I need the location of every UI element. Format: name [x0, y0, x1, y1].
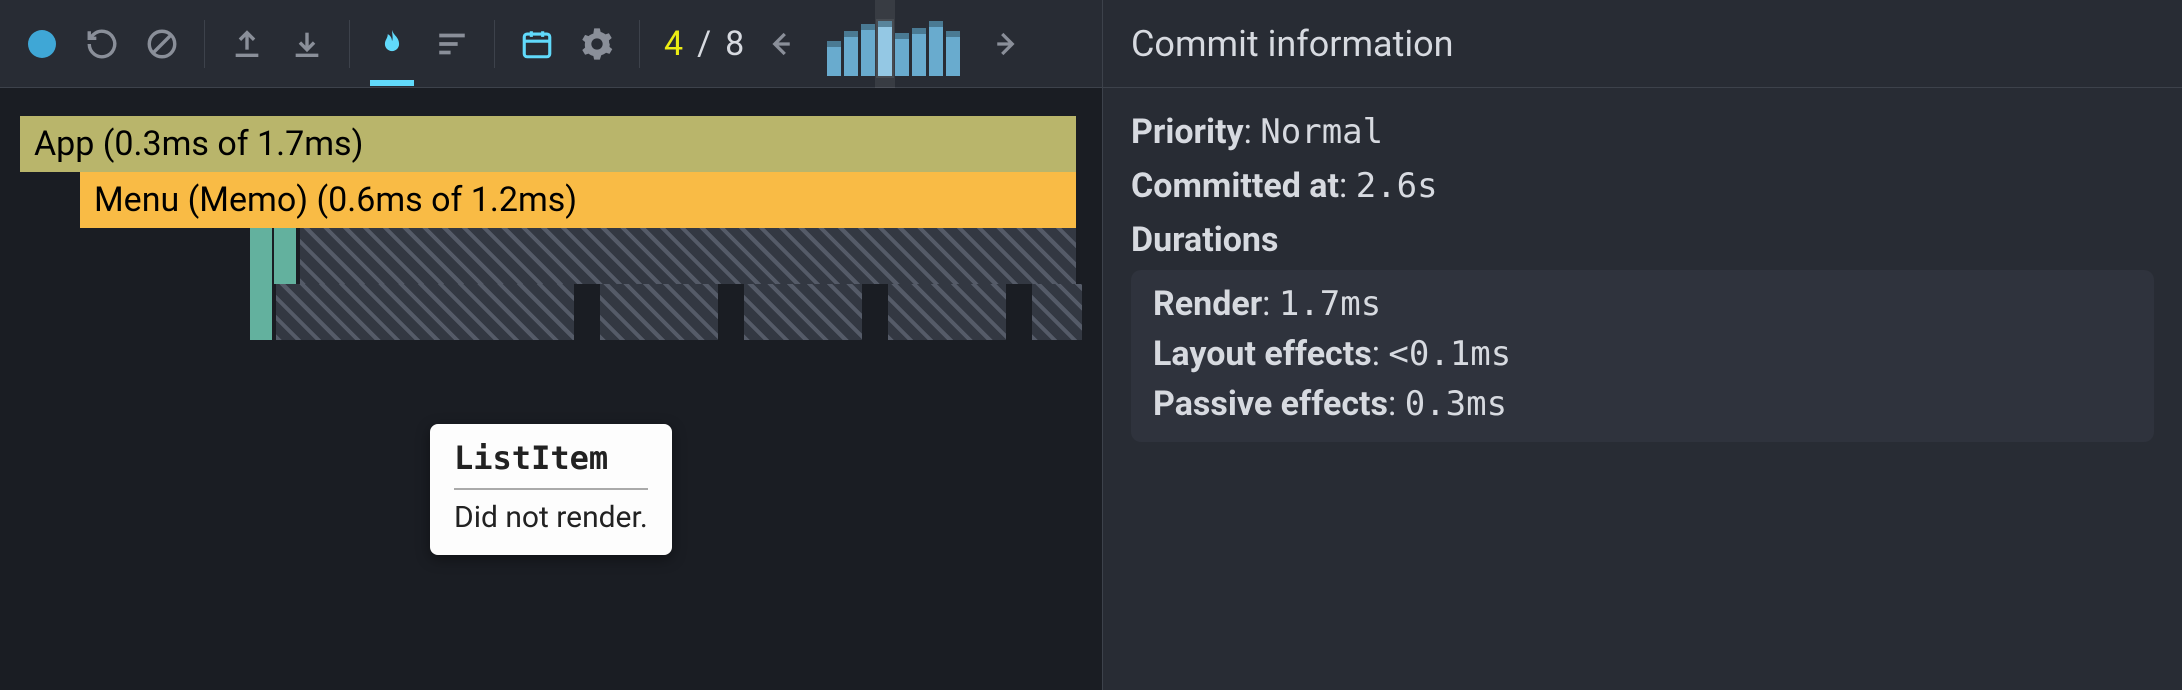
divider: [494, 20, 495, 68]
export-button[interactable]: [279, 16, 335, 72]
clear-button[interactable]: [134, 16, 190, 72]
gear-icon: [580, 27, 614, 61]
divider: [349, 20, 350, 68]
render-duration-row: Render: 1.7ms: [1153, 284, 2132, 324]
commit-bar-chart[interactable]: [824, 12, 963, 76]
reload-button[interactable]: [74, 16, 130, 72]
reload-icon: [85, 27, 119, 61]
commit-bar[interactable]: [912, 28, 926, 76]
commit-separator: /: [697, 24, 711, 64]
durations-box: Render: 1.7ms Layout effects: <0.1ms Pas…: [1131, 270, 2154, 442]
flame-bar[interactable]: [274, 228, 296, 284]
flame-bar-no-render[interactable]: [742, 284, 862, 340]
flame-bar[interactable]: [250, 284, 272, 340]
flame-bar-no-render[interactable]: [886, 284, 1006, 340]
layout-label: Layout effects: [1153, 334, 1372, 374]
flame-bar[interactable]: Menu (Memo) (0.6ms of 1.2ms): [80, 172, 1076, 228]
durations-label: Durations: [1131, 220, 2154, 260]
commit-bar[interactable]: [861, 24, 875, 75]
layout-effects-row: Layout effects: <0.1ms: [1153, 334, 2132, 374]
flame-bar-no-render[interactable]: [1030, 284, 1082, 340]
flamegraph-tab[interactable]: [364, 16, 420, 72]
ranked-icon: [435, 27, 469, 61]
timeline-button[interactable]: [509, 16, 565, 72]
commit-current: 4: [664, 24, 683, 64]
passive-value: 0.3ms: [1405, 384, 1507, 424]
flame-bar[interactable]: App (0.3ms of 1.7ms): [20, 116, 1076, 172]
profiler-toolbar: 4 / 8: [0, 0, 1102, 88]
calendar-icon: [520, 27, 554, 61]
render-value: 1.7ms: [1279, 284, 1381, 324]
settings-button[interactable]: [569, 16, 625, 72]
commit-bar[interactable]: [895, 33, 909, 76]
flame-bar-no-render[interactable]: [274, 284, 574, 340]
upload-icon: [230, 27, 264, 61]
ranked-tab[interactable]: [424, 16, 480, 72]
prev-commit-button[interactable]: [758, 21, 804, 67]
record-button[interactable]: [14, 16, 70, 72]
flamegraph-area: App (0.3ms of 1.7ms)Menu (Memo) (0.6ms o…: [0, 88, 1102, 690]
committed-at-label: Committed at: [1131, 166, 1339, 206]
priority-value: Normal: [1260, 112, 1383, 152]
commit-info-pane: Commit information Priority: Normal Comm…: [1103, 0, 2182, 690]
divider: [639, 20, 640, 68]
commit-bar[interactable]: [929, 21, 943, 76]
commit-bar[interactable]: [844, 31, 858, 76]
download-icon: [290, 27, 324, 61]
commit-selector: 4 / 8: [664, 12, 1029, 76]
passive-label: Passive effects: [1153, 384, 1388, 424]
commit-bar[interactable]: [946, 31, 960, 76]
committed-at-row: Committed at: 2.6s: [1131, 166, 2154, 206]
flame-bar[interactable]: [250, 228, 272, 284]
commit-total: 8: [725, 24, 744, 64]
divider: [204, 20, 205, 68]
next-commit-button[interactable]: [983, 21, 1029, 67]
layout-value: <0.1ms: [1388, 334, 1511, 374]
commit-info-header: Commit information: [1103, 0, 2182, 88]
import-button[interactable]: [219, 16, 275, 72]
tooltip: ListItem Did not render.: [430, 424, 672, 555]
priority-label: Priority: [1131, 112, 1244, 152]
flame-bar-no-render[interactable]: [598, 284, 718, 340]
flame-icon: [375, 27, 409, 61]
committed-at-value: 2.6s: [1356, 166, 1438, 206]
render-label: Render: [1153, 284, 1262, 324]
commit-bar[interactable]: [827, 41, 841, 75]
flame-bar-no-render[interactable]: [298, 228, 1076, 284]
tooltip-title: ListItem: [454, 438, 648, 490]
arrow-left-icon: [766, 29, 796, 59]
priority-row: Priority: Normal: [1131, 112, 2154, 152]
record-icon: [28, 30, 56, 58]
clear-icon: [145, 27, 179, 61]
arrow-right-icon: [991, 29, 1021, 59]
passive-effects-row: Passive effects: 0.3ms: [1153, 384, 2132, 424]
tooltip-body: Did not render.: [454, 498, 648, 537]
